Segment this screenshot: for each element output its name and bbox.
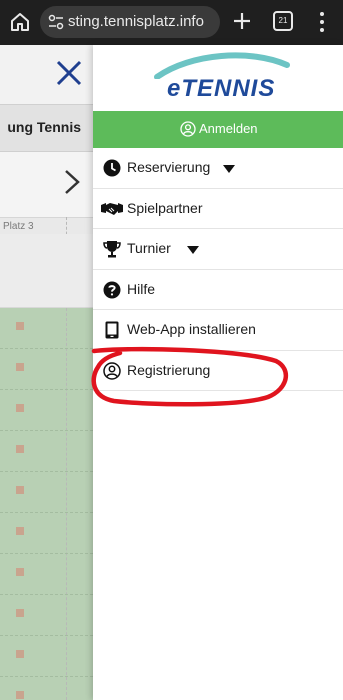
menu-item-web-app-installieren[interactable]: Web-App installieren <box>93 310 343 351</box>
slot-marker <box>16 486 24 494</box>
unavailable-slots <box>0 234 93 308</box>
url-text: sting.tennisplatz.info <box>68 13 204 30</box>
logo-text: eTENNIS <box>167 75 276 102</box>
caret-down-icon[interactable] <box>187 246 199 254</box>
menu-item-label: Registrierung <box>127 361 211 378</box>
tab-count: 21 <box>278 16 288 25</box>
tab-switcher-icon[interactable]: 21 <box>273 11 293 31</box>
more-vert-icon[interactable] <box>314 11 330 33</box>
date-navigation <box>0 152 93 217</box>
tablet-icon <box>105 321 119 339</box>
caret-down-icon[interactable] <box>223 165 235 173</box>
background-page: ung Tennis Platz 3 <box>0 45 93 700</box>
browser-toolbar: sting.tennisplatz.info 21 <box>0 0 343 45</box>
menu-item-label: Reservierung <box>127 159 211 175</box>
time-slot[interactable] <box>0 431 93 472</box>
menu-item-reservierung[interactable]: Reservierung <box>93 148 343 189</box>
time-slot[interactable] <box>0 595 93 636</box>
trophy-icon <box>103 241 121 258</box>
slot-marker <box>16 527 24 535</box>
time-slot[interactable] <box>0 636 93 677</box>
slot-marker <box>16 691 24 699</box>
court-column-header: Platz 3 <box>0 217 93 234</box>
menu-item-spielpartner[interactable]: Spielpartner <box>93 189 343 229</box>
home-icon[interactable] <box>8 10 32 34</box>
login-button[interactable]: Anmelden <box>93 111 343 148</box>
page-title: ung Tennis <box>7 119 81 135</box>
navigation-drawer: eTENNIS Anmelden Reservierung Spielpartn… <box>93 45 343 700</box>
address-bar[interactable]: sting.tennisplatz.info <box>40 6 220 38</box>
plus-icon[interactable] <box>231 10 253 32</box>
menu-item-label: Spielpartner <box>127 199 203 216</box>
slot-marker <box>16 650 24 658</box>
booking-grid <box>0 308 93 700</box>
slot-marker <box>16 322 24 330</box>
time-slot[interactable] <box>0 677 93 700</box>
menu-item-turnier[interactable]: Turnier <box>93 229 343 270</box>
slot-marker <box>16 404 24 412</box>
handshake-icon <box>101 202 123 215</box>
login-label: Anmelden <box>199 121 258 136</box>
slot-marker <box>16 363 24 371</box>
chevron-right-icon[interactable] <box>62 168 82 196</box>
time-slot[interactable] <box>0 513 93 554</box>
page-title-bar: ung Tennis <box>0 104 93 152</box>
user-circle-icon <box>180 121 196 137</box>
slot-marker <box>16 445 24 453</box>
time-slot[interactable] <box>0 349 93 390</box>
menu-item-label: Hilfe <box>127 280 156 297</box>
time-slot[interactable] <box>0 554 93 595</box>
slot-marker <box>16 568 24 576</box>
time-slot[interactable] <box>0 308 93 349</box>
clock-icon <box>103 159 121 177</box>
menu-item-label: Turnier <box>127 240 171 256</box>
time-slot[interactable] <box>0 472 93 513</box>
slot-marker <box>16 609 24 617</box>
time-slot[interactable] <box>0 390 93 431</box>
help-icon <box>103 281 121 298</box>
court-label: Platz 3 <box>3 221 34 232</box>
menu-item-hilfe[interactable]: Hilfe <box>93 270 343 310</box>
user-circle-icon <box>103 361 121 380</box>
logo[interactable]: eTENNIS <box>93 45 343 111</box>
menu-item-registrierung[interactable]: Registrierung <box>93 351 343 391</box>
site-settings-icon[interactable] <box>48 14 64 30</box>
menu-list: Reservierung Spielpartner Turnier Hilfe … <box>93 148 343 391</box>
close-icon[interactable] <box>55 59 83 87</box>
menu-item-label: Web-App installieren <box>127 321 256 337</box>
